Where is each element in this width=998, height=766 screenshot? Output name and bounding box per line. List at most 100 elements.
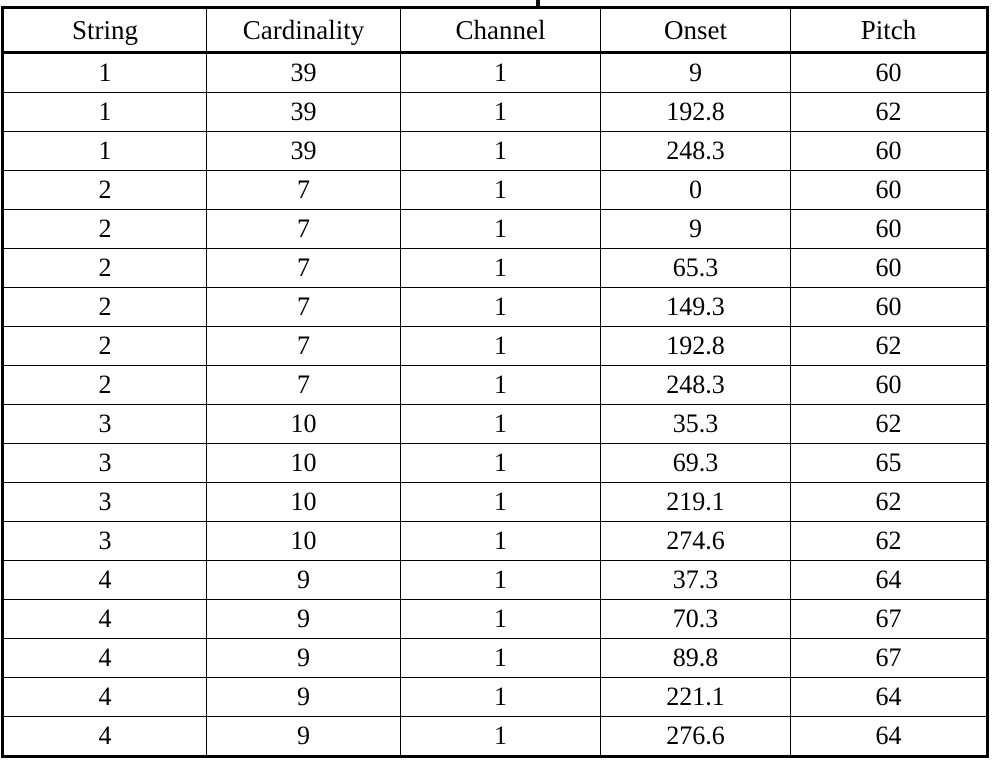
- cell-onset: 9: [600, 52, 791, 93]
- cell-pitch: 64: [790, 716, 989, 758]
- cell-string: 2: [1, 365, 207, 405]
- cell-channel: 1: [400, 52, 601, 93]
- table-row: 4 9 1 89.8 67: [1, 638, 989, 678]
- column-header-pitch[interactable]: Pitch: [790, 6, 989, 54]
- table-row: 1 39 1 192.8 62: [1, 92, 989, 132]
- table-header-row: String Cardinality Channel Onset Pitch: [1, 6, 989, 54]
- cell-onset: 149.3: [600, 287, 791, 327]
- table-body: 1 39 1 9 60 1 39 1 192.8 62 1 39 1 248.3 60 2 7 1 0 60 2 7 1 9 6…: [1, 52, 989, 758]
- cell-onset: 248.3: [600, 131, 791, 171]
- cell-cardinality: 7: [206, 326, 401, 366]
- table-row: 1 39 1 9 60: [1, 52, 989, 93]
- column-header-channel[interactable]: Channel: [400, 6, 601, 54]
- column-header-cardinality[interactable]: Cardinality: [206, 6, 401, 54]
- cell-onset: 248.3: [600, 365, 791, 405]
- cell-string: 4: [1, 599, 207, 639]
- cell-string: 2: [1, 170, 207, 210]
- cell-cardinality: 10: [206, 482, 401, 522]
- cell-channel: 1: [400, 287, 601, 327]
- cell-channel: 1: [400, 521, 601, 561]
- cell-cardinality: 10: [206, 443, 401, 483]
- cell-cardinality: 7: [206, 209, 401, 249]
- note-event-table: String Cardinality Channel Onset Pitch 1 39 1 9…: [1, 6, 989, 758]
- cell-string: 2: [1, 287, 207, 327]
- table-row: 4 9 1 70.3 67: [1, 599, 989, 639]
- cell-pitch: 62: [790, 326, 989, 366]
- cell-channel: 1: [400, 170, 601, 210]
- cell-channel: 1: [400, 131, 601, 171]
- table-row: 3 10 1 274.6 62: [1, 521, 989, 561]
- table-row: 2 7 1 149.3 60: [1, 287, 989, 327]
- cell-onset: 35.3: [600, 404, 791, 444]
- cell-string: 3: [1, 521, 207, 561]
- cell-onset: 276.6: [600, 716, 791, 758]
- cell-channel: 1: [400, 404, 601, 444]
- cell-channel: 1: [400, 560, 601, 600]
- cell-pitch: 62: [790, 92, 989, 132]
- cell-string: 3: [1, 443, 207, 483]
- cell-cardinality: 9: [206, 638, 401, 678]
- table-row: 3 10 1 35.3 62: [1, 404, 989, 444]
- cell-cardinality: 10: [206, 404, 401, 444]
- table-row: 4 9 1 37.3 64: [1, 560, 989, 600]
- cell-onset: 219.1: [600, 482, 791, 522]
- cell-pitch: 64: [790, 677, 989, 717]
- cell-pitch: 62: [790, 404, 989, 444]
- cell-string: 4: [1, 716, 207, 758]
- column-header-string[interactable]: String: [1, 6, 207, 54]
- cell-string: 4: [1, 677, 207, 717]
- cell-string: 4: [1, 560, 207, 600]
- table-row: 2 7 1 192.8 62: [1, 326, 989, 366]
- cell-pitch: 67: [790, 638, 989, 678]
- cell-pitch: 60: [790, 170, 989, 210]
- cell-pitch: 67: [790, 599, 989, 639]
- cell-channel: 1: [400, 248, 601, 288]
- cell-onset: 192.8: [600, 92, 791, 132]
- cell-pitch: 60: [790, 365, 989, 405]
- cell-pitch: 60: [790, 131, 989, 171]
- page-root: String Cardinality Channel Onset Pitch 1 39 1 9…: [0, 0, 998, 766]
- cell-string: 3: [1, 404, 207, 444]
- cell-onset: 70.3: [600, 599, 791, 639]
- cell-onset: 9: [600, 209, 791, 249]
- cell-channel: 1: [400, 716, 601, 758]
- cell-cardinality: 9: [206, 677, 401, 717]
- cell-pitch: 60: [790, 248, 989, 288]
- cell-pitch: 62: [790, 521, 989, 561]
- cell-pitch: 65: [790, 443, 989, 483]
- cell-channel: 1: [400, 209, 601, 249]
- cell-pitch: 64: [790, 560, 989, 600]
- column-header-onset[interactable]: Onset: [600, 6, 791, 54]
- cell-channel: 1: [400, 92, 601, 132]
- cell-pitch: 60: [790, 287, 989, 327]
- table-row: 3 10 1 69.3 65: [1, 443, 989, 483]
- cell-cardinality: 7: [206, 170, 401, 210]
- cell-onset: 37.3: [600, 560, 791, 600]
- cell-cardinality: 39: [206, 131, 401, 171]
- table-row: 4 9 1 221.1 64: [1, 677, 989, 717]
- cell-cardinality: 39: [206, 52, 401, 93]
- table-row: 1 39 1 248.3 60: [1, 131, 989, 171]
- cell-onset: 192.8: [600, 326, 791, 366]
- cell-cardinality: 7: [206, 287, 401, 327]
- table-row: 2 7 1 248.3 60: [1, 365, 989, 405]
- cell-onset: 89.8: [600, 638, 791, 678]
- cell-onset: 221.1: [600, 677, 791, 717]
- cell-cardinality: 9: [206, 716, 401, 758]
- cell-pitch: 60: [790, 209, 989, 249]
- cell-onset: 69.3: [600, 443, 791, 483]
- cell-onset: 65.3: [600, 248, 791, 288]
- cell-channel: 1: [400, 365, 601, 405]
- cell-string: 1: [1, 52, 207, 93]
- table-row: 2 7 1 9 60: [1, 209, 989, 249]
- cell-string: 1: [1, 92, 207, 132]
- table-row: 3 10 1 219.1 62: [1, 482, 989, 522]
- cell-pitch: 60: [790, 52, 989, 93]
- cell-cardinality: 9: [206, 560, 401, 600]
- table-row: 2 7 1 0 60: [1, 170, 989, 210]
- cell-cardinality: 7: [206, 365, 401, 405]
- cell-string: 2: [1, 326, 207, 366]
- cell-pitch: 62: [790, 482, 989, 522]
- cell-cardinality: 7: [206, 248, 401, 288]
- cell-string: 3: [1, 482, 207, 522]
